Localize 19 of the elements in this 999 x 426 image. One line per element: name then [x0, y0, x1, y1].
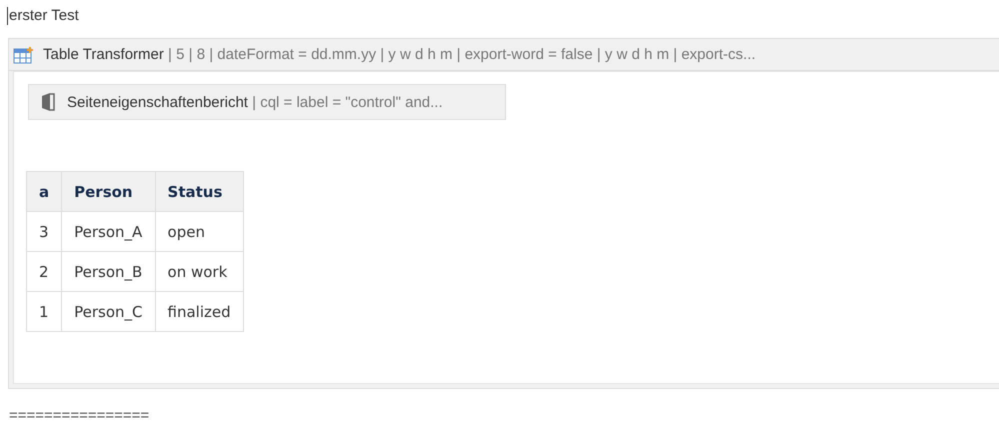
document-icon — [41, 92, 55, 112]
table-icon — [13, 46, 35, 64]
table-cell: finalized — [155, 292, 244, 332]
inner-macro-title: Seiteneigenschaftenbericht | cql = label = "control" and... — [67, 94, 443, 110]
separator-text: ================ — [9, 407, 150, 424]
table-cell: 3 — [26, 212, 62, 252]
table-cell: Person_B — [62, 252, 156, 292]
column-header: a — [26, 172, 62, 212]
table-cell: Person_A — [62, 212, 156, 252]
table-cell: Person_C — [62, 292, 156, 332]
page-heading: erster Test — [7, 7, 79, 25]
column-header: Person — [62, 172, 156, 212]
column-header: Status — [155, 172, 244, 212]
inner-macro-placeholder[interactable]: Seiteneigenschaftenbericht | cql = label = "control" and... — [28, 84, 506, 120]
table-cell: open — [155, 212, 244, 252]
table-cell: 1 — [26, 292, 62, 332]
table-cell: 2 — [26, 252, 62, 292]
table-cell: on work — [155, 252, 244, 292]
macro-title: Table Transformer | 5 | 8 | dateFormat = dd.mm.yy | y w d h m | export-word = false | y w d h m | export-cs... — [43, 46, 756, 63]
